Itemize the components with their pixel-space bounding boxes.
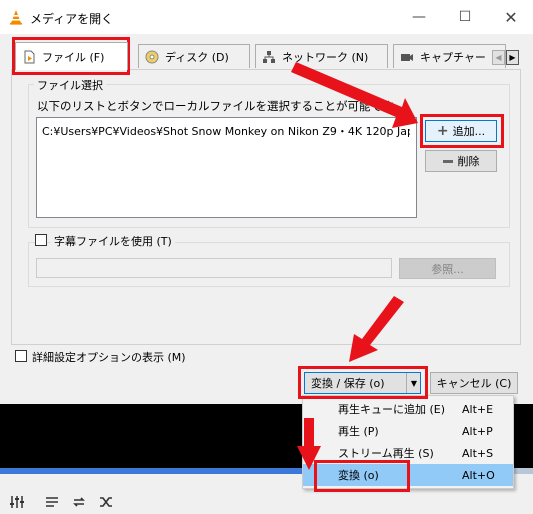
- tab-capture[interactable]: キャプチャー: [393, 44, 506, 68]
- close-button[interactable]: ✕: [488, 0, 533, 34]
- subtitle-path-input[interactable]: [36, 258, 392, 278]
- tab-file[interactable]: ファイル (F): [15, 42, 128, 70]
- playlist-icon[interactable]: [42, 492, 62, 512]
- menu-item-play[interactable]: 再生 (P) Alt+P: [303, 420, 513, 442]
- menu-item-label: 再生キューに追加 (E): [338, 403, 446, 416]
- menu-item-shortcut: Alt+S: [462, 446, 494, 460]
- file-icon: [22, 50, 36, 64]
- add-button-label: 追加...: [452, 125, 486, 138]
- tab-scroll-left-icon[interactable]: ◀: [492, 50, 505, 65]
- tab-disc-label: ディスク (D): [165, 50, 229, 64]
- menu-item-label: 変換 (o): [338, 469, 379, 482]
- file-selection-legend: ファイル選択: [34, 77, 106, 93]
- remove-button[interactable]: 削除: [425, 150, 497, 172]
- equalizer-icon[interactable]: [7, 492, 27, 512]
- menu-item-label: 再生 (P): [338, 425, 379, 438]
- minimize-button[interactable]: —: [396, 0, 442, 34]
- menu-item-shortcut: Alt+O: [462, 468, 495, 482]
- remove-button-label: 削除: [457, 155, 480, 168]
- menu-item-enqueue[interactable]: 再生キューに追加 (E) Alt+E: [303, 398, 513, 420]
- advanced-options-label[interactable]: 詳細設定オプションの表示 (M): [32, 349, 186, 365]
- minus-icon: [442, 159, 453, 163]
- tab-disc[interactable]: ディスク (D): [138, 44, 250, 68]
- list-item[interactable]: C:¥Users¥PC¥Videos¥Shot Snow Monkey on N…: [42, 123, 410, 139]
- browse-button[interactable]: 参照...: [399, 258, 496, 279]
- convert-save-button[interactable]: 変換 / 保存 (o): [304, 372, 421, 394]
- loop-icon[interactable]: [69, 492, 89, 512]
- window-title: メディアを開く: [30, 12, 114, 26]
- plus-icon: +: [436, 123, 449, 139]
- file-instruction: 以下のリストとボタンでローカルファイルを選択することが可能です。: [37, 99, 404, 113]
- network-icon: [262, 50, 276, 64]
- disc-icon: [145, 50, 159, 64]
- shuffle-icon[interactable]: [96, 492, 116, 512]
- menu-item-shortcut: Alt+P: [462, 424, 493, 438]
- capture-icon: [400, 50, 414, 64]
- cancel-button[interactable]: キャンセル (C): [430, 372, 518, 394]
- menu-item-shortcut: Alt+E: [462, 402, 494, 416]
- tab-network-label: ネットワーク (N): [282, 50, 369, 64]
- maximize-button[interactable]: ☐: [442, 0, 488, 34]
- tab-capture-label: キャプチャー: [420, 50, 486, 64]
- chevron-down-icon[interactable]: ▼: [406, 373, 421, 393]
- subtitle-checkbox-label[interactable]: 字幕ファイルを使用 (T): [51, 233, 175, 249]
- vlc-cone-icon: [8, 9, 24, 25]
- tab-network[interactable]: ネットワーク (N): [255, 44, 388, 68]
- menu-item-stream[interactable]: ストリーム再生 (S) Alt+S: [303, 442, 513, 464]
- tab-scroll-right-icon[interactable]: ▶: [506, 50, 519, 65]
- menu-item-label: ストリーム再生 (S): [338, 447, 434, 460]
- add-button[interactable]: + 追加...: [425, 120, 497, 142]
- advanced-options-checkbox[interactable]: [15, 350, 27, 362]
- menu-item-convert[interactable]: 変換 (o) Alt+O: [303, 464, 513, 486]
- subtitle-checkbox[interactable]: [35, 234, 47, 246]
- convert-save-label: 変換 / 保存 (o): [311, 377, 385, 390]
- tab-file-label: ファイル (F): [42, 50, 105, 64]
